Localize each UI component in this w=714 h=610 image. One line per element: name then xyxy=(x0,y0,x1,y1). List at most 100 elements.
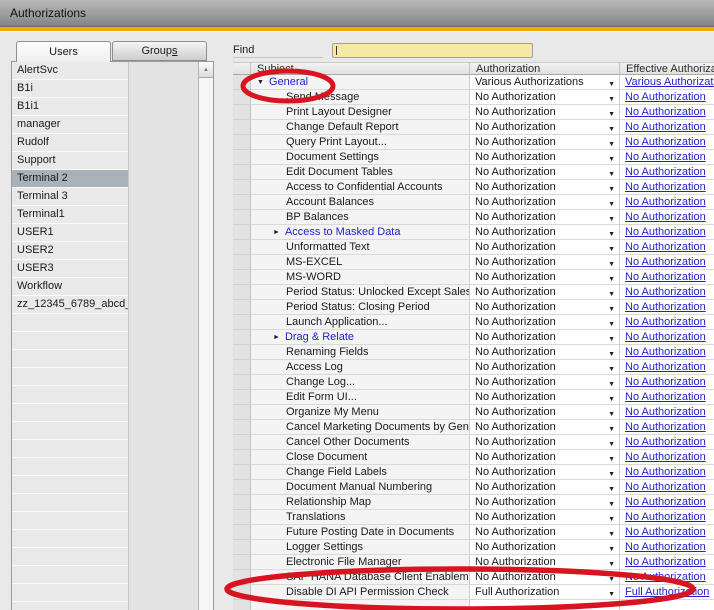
dropdown-arrow-icon[interactable]: ▼ xyxy=(608,228,615,240)
dropdown-arrow-icon[interactable]: ▼ xyxy=(608,123,615,135)
authorization-dropdown[interactable]: No Authorization▼ xyxy=(470,315,620,330)
row-selector[interactable] xyxy=(233,210,251,225)
authorization-dropdown[interactable]: No Authorization▼ xyxy=(470,570,620,585)
effective-authorization-link[interactable]: No Authorization xyxy=(625,196,706,208)
row-selector[interactable] xyxy=(233,585,251,600)
effective-authorization-link[interactable]: No Authorization xyxy=(625,211,706,223)
authorization-dropdown[interactable]: No Authorization▼ xyxy=(470,405,620,420)
effective-authorization-link[interactable]: No Authorization xyxy=(625,271,706,283)
effective-authorization-link[interactable]: No Authorization xyxy=(625,391,706,403)
effective-authorization-link[interactable]: No Authorization xyxy=(625,151,706,163)
window-titlebar[interactable]: Authorizations xyxy=(0,0,714,27)
effective-authorization-link[interactable]: No Authorization xyxy=(625,331,706,343)
row-selector[interactable] xyxy=(233,405,251,420)
subject-cell[interactable]: Print Layout Designer xyxy=(251,105,470,120)
row-selector[interactable] xyxy=(233,345,251,360)
effective-authorization-link[interactable]: No Authorization xyxy=(625,226,706,238)
user-list-empty-row[interactable] xyxy=(12,332,128,350)
dropdown-arrow-icon[interactable]: ▼ xyxy=(608,378,615,390)
row-selector[interactable] xyxy=(233,165,251,180)
subject-cell[interactable]: Change Log... xyxy=(251,375,470,390)
tab-groups[interactable]: Groups xyxy=(112,41,207,61)
row-selector[interactable] xyxy=(233,285,251,300)
dropdown-arrow-icon[interactable]: ▼ xyxy=(608,138,615,150)
effective-authorization-link[interactable]: No Authorization xyxy=(625,121,706,133)
user-list-item[interactable]: B1i1 xyxy=(12,98,128,116)
authorization-dropdown[interactable]: No Authorization▼ xyxy=(470,360,620,375)
dropdown-arrow-icon[interactable]: ▼ xyxy=(608,543,615,555)
header-effective-authorization[interactable]: Effective Authorization xyxy=(620,63,714,75)
user-list-empty-row[interactable] xyxy=(12,548,128,566)
effective-authorization-link[interactable]: No Authorization xyxy=(625,361,706,373)
row-selector[interactable] xyxy=(233,150,251,165)
dropdown-arrow-icon[interactable]: ▼ xyxy=(608,153,615,165)
authorization-dropdown[interactable]: No Authorization▼ xyxy=(470,285,620,300)
authorization-dropdown[interactable]: No Authorization▼ xyxy=(470,255,620,270)
authorization-dropdown[interactable]: No Authorization▼ xyxy=(470,540,620,555)
subject-cell[interactable]: Relationship Map xyxy=(251,495,470,510)
effective-authorization-link[interactable]: No Authorization xyxy=(625,436,706,448)
authorization-dropdown[interactable]: No Authorization▼ xyxy=(470,135,620,150)
expand-arrow-icon[interactable]: ► xyxy=(273,331,280,345)
dropdown-arrow-icon[interactable]: ▼ xyxy=(608,168,615,180)
row-selector[interactable] xyxy=(233,480,251,495)
row-selector[interactable] xyxy=(233,420,251,435)
subject-cell[interactable]: SAP HANA Database Client Enablement xyxy=(251,570,470,585)
subject-cell[interactable]: Organize My Menu xyxy=(251,405,470,420)
row-selector[interactable] xyxy=(233,105,251,120)
user-list-item[interactable]: Workflow xyxy=(12,278,128,296)
row-selector[interactable] xyxy=(233,300,251,315)
authorization-dropdown[interactable]: No Authorization▼ xyxy=(470,90,620,105)
effective-authorization-link[interactable]: No Authorization xyxy=(625,406,706,418)
effective-authorization-link[interactable]: No Authorization xyxy=(625,511,706,523)
subject-cell[interactable]: Logger Settings xyxy=(251,540,470,555)
authorization-dropdown[interactable]: No Authorization▼ xyxy=(470,465,620,480)
authorization-dropdown[interactable]: No Authorization▼ xyxy=(470,375,620,390)
authorization-dropdown[interactable]: No Authorization▼ xyxy=(470,210,620,225)
tab-users[interactable]: Users xyxy=(16,41,111,62)
find-input[interactable] xyxy=(338,45,528,56)
authorization-dropdown[interactable]: No Authorization▼ xyxy=(470,300,620,315)
dropdown-arrow-icon[interactable]: ▼ xyxy=(608,318,615,330)
row-selector[interactable] xyxy=(233,75,251,90)
authorization-dropdown[interactable]: No Authorization▼ xyxy=(470,420,620,435)
user-list-item[interactable]: USER1 xyxy=(12,224,128,242)
effective-authorization-link[interactable]: No Authorization xyxy=(625,181,706,193)
dropdown-arrow-icon[interactable]: ▼ xyxy=(608,408,615,420)
dropdown-arrow-icon[interactable]: ▼ xyxy=(608,423,615,435)
dropdown-arrow-icon[interactable]: ▼ xyxy=(608,528,615,540)
subject-cell[interactable]: Account Balances xyxy=(251,195,470,210)
authorization-dropdown[interactable]: No Authorization▼ xyxy=(470,105,620,120)
dropdown-arrow-icon[interactable]: ▼ xyxy=(608,513,615,525)
row-selector[interactable] xyxy=(233,555,251,570)
dropdown-arrow-icon[interactable]: ▼ xyxy=(608,243,615,255)
authorization-dropdown[interactable]: No Authorization▼ xyxy=(470,450,620,465)
dropdown-arrow-icon[interactable]: ▼ xyxy=(608,348,615,360)
effective-authorization-link[interactable]: No Authorization xyxy=(625,286,706,298)
header-authorization[interactable]: Authorization xyxy=(470,63,620,75)
authorization-dropdown[interactable]: No Authorization▼ xyxy=(470,345,620,360)
subject-cell[interactable]: Query Print Layout... xyxy=(251,135,470,150)
authorization-dropdown[interactable]: No Authorization▼ xyxy=(470,480,620,495)
user-list-item[interactable]: Terminal1 xyxy=(12,206,128,224)
user-list-empty-row[interactable] xyxy=(12,368,128,386)
subject-cell[interactable]: Translations xyxy=(251,510,470,525)
effective-authorization-link[interactable]: No Authorization xyxy=(625,481,706,493)
subject-cell[interactable]: Renaming Fields xyxy=(251,345,470,360)
subject-cell[interactable]: Period Status: Unlocked Except Sales xyxy=(251,285,470,300)
user-list-item[interactable]: USER3 xyxy=(12,260,128,278)
dropdown-arrow-icon[interactable]: ▼ xyxy=(608,453,615,465)
authorization-dropdown[interactable]: No Authorization▼ xyxy=(470,495,620,510)
row-selector[interactable] xyxy=(233,240,251,255)
row-selector[interactable] xyxy=(233,465,251,480)
dropdown-arrow-icon[interactable]: ▼ xyxy=(608,468,615,480)
user-list-item[interactable]: Terminal 2 xyxy=(12,170,128,188)
subject-cell[interactable]: Access Log xyxy=(251,360,470,375)
user-list-item[interactable]: Rudolf xyxy=(12,134,128,152)
row-selector[interactable] xyxy=(233,525,251,540)
subject-cell[interactable]: Cancel Marketing Documents by Generati xyxy=(251,420,470,435)
dropdown-arrow-icon[interactable]: ▼ xyxy=(608,273,615,285)
user-list-item[interactable]: AlertSvc xyxy=(12,62,128,80)
row-selector[interactable] xyxy=(233,255,251,270)
row-selector[interactable] xyxy=(233,120,251,135)
